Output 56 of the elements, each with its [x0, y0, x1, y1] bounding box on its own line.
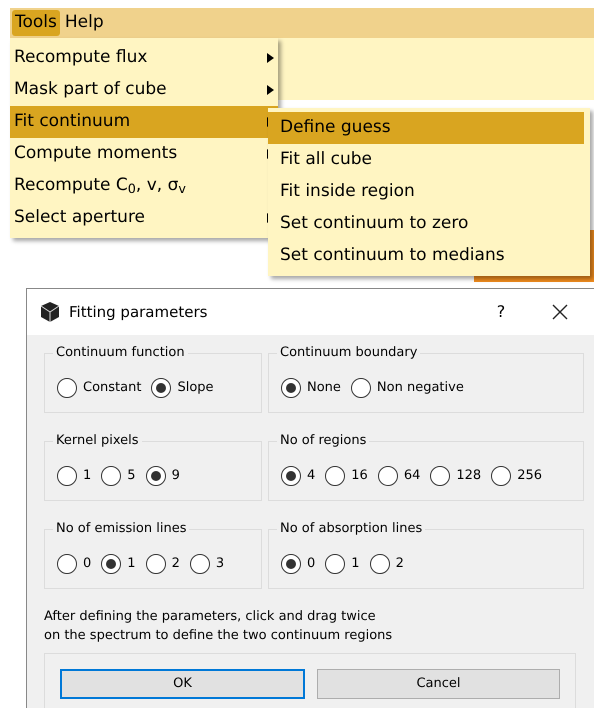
- instruction-text: on the spectrum to define the two continuum regions: [44, 627, 394, 645]
- radio-button[interactable]: [370, 554, 390, 574]
- radio-button[interactable]: [281, 554, 301, 574]
- radio-option[interactable]: 64: [378, 466, 420, 486]
- radio-option[interactable]: Non negative: [350, 378, 464, 398]
- radio-button[interactable]: [350, 378, 371, 398]
- radio-button[interactable]: [325, 554, 346, 574]
- radio-option[interactable]: 1: [101, 554, 136, 574]
- radio-option[interactable]: Constant: [57, 378, 142, 398]
- radio-option[interactable]: 5: [101, 466, 136, 486]
- radio-option[interactable]: 2: [146, 554, 180, 574]
- dialog-button[interactable]: Cancel: [317, 669, 560, 699]
- radio-button[interactable]: [491, 466, 512, 486]
- radio-option[interactable]: 3: [190, 554, 224, 574]
- dialog-button[interactable]: OK: [60, 669, 305, 699]
- instruction-text: After defining the parameters, click and drag twice: [44, 608, 377, 626]
- radio-option[interactable]: 256: [491, 466, 542, 486]
- menu-item[interactable]: Recompute flux: [10, 42, 278, 74]
- radio-option[interactable]: 1: [57, 466, 92, 486]
- radio-option[interactable]: 2: [370, 554, 404, 574]
- dialog-title: Fitting parameters: [69, 302, 208, 323]
- radio-button[interactable]: [281, 466, 301, 486]
- radio-button[interactable]: [57, 554, 77, 574]
- radio-option[interactable]: 128: [430, 466, 482, 486]
- radio-button[interactable]: [281, 378, 301, 398]
- radio-button[interactable]: [325, 466, 346, 486]
- menu-bar-item[interactable]: Tools: [12, 10, 60, 36]
- radio-button[interactable]: [57, 466, 77, 486]
- radio-button[interactable]: [57, 378, 77, 398]
- radio-option[interactable]: None: [281, 378, 341, 398]
- close-icon: [552, 304, 568, 320]
- submenu-item[interactable]: Fit inside region: [268, 176, 584, 208]
- radio-button[interactable]: [146, 554, 166, 574]
- menu-bar-item[interactable]: Help: [62, 10, 107, 36]
- submenu-item[interactable]: Set continuum to zero: [268, 208, 584, 240]
- radio-option[interactable]: 1: [325, 554, 360, 574]
- cube-icon: [39, 301, 61, 323]
- help-button[interactable]: ?: [481, 300, 521, 324]
- menu-item[interactable]: Fit continuum: [10, 106, 278, 138]
- radio-button[interactable]: [101, 554, 122, 574]
- radio-button[interactable]: [146, 466, 166, 486]
- radio-option[interactable]: 0: [57, 554, 92, 574]
- submenu-item[interactable]: Define guess: [268, 112, 584, 144]
- radio-option[interactable]: 4: [281, 466, 316, 486]
- submenu-item[interactable]: Fit all cube: [268, 144, 584, 176]
- menu-item[interactable]: Mask part of cube: [10, 74, 278, 106]
- submenu-item[interactable]: Set continuum to medians: [268, 240, 584, 272]
- radio-button[interactable]: [430, 466, 450, 486]
- radio-option[interactable]: Slope: [151, 378, 214, 398]
- radio-button[interactable]: [101, 466, 122, 486]
- radio-button[interactable]: [378, 466, 398, 486]
- radio-option[interactable]: 16: [325, 466, 368, 486]
- radio-button[interactable]: [151, 378, 172, 398]
- radio-button[interactable]: [190, 554, 210, 574]
- radio-option[interactable]: 9: [146, 466, 180, 486]
- radio-option[interactable]: 0: [281, 554, 316, 574]
